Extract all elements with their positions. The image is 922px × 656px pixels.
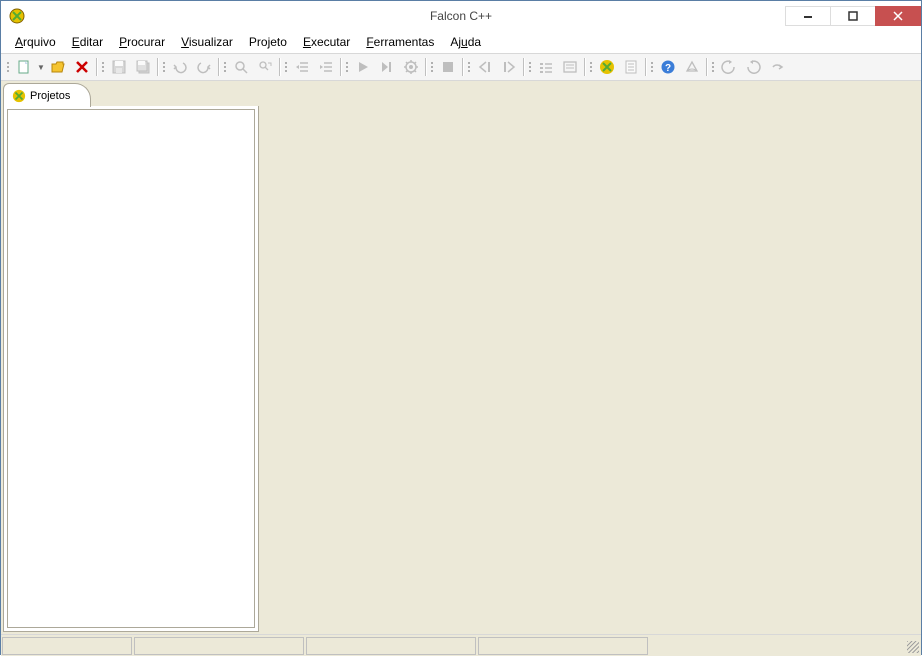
sidebar-tabs: Projetos [3, 83, 259, 107]
indent-button[interactable] [315, 56, 337, 78]
tab-label: Projetos [30, 90, 70, 102]
run-button[interactable] [352, 56, 374, 78]
svg-text:?: ? [665, 63, 671, 74]
toolbar-grip[interactable] [710, 56, 716, 78]
toolbar-separator [95, 56, 98, 78]
app-icon [9, 8, 25, 24]
toolbar-grip[interactable] [5, 56, 11, 78]
status-cell-2 [134, 637, 304, 655]
toolbar-grip[interactable] [161, 56, 167, 78]
redo-button[interactable] [193, 56, 215, 78]
step-in-button[interactable] [498, 56, 520, 78]
title-bar: Falcon C++ [1, 1, 921, 31]
stop-button[interactable] [437, 56, 459, 78]
toolbar-separator [339, 56, 342, 78]
toolbar-grip[interactable] [429, 56, 435, 78]
menu-procurar[interactable]: Procurar [111, 33, 173, 51]
open-button[interactable] [47, 56, 69, 78]
maximize-button[interactable] [830, 6, 876, 26]
window-title: Falcon C++ [430, 9, 492, 23]
resize-grip[interactable] [903, 637, 921, 655]
undo-button[interactable] [169, 56, 191, 78]
close-button[interactable] [875, 6, 921, 26]
toolbar-separator [217, 56, 220, 78]
menu-bar: Arquivo Editar Procurar Visualizar Proje… [1, 31, 921, 53]
step-out-button[interactable] [474, 56, 496, 78]
toolbar-separator [156, 56, 159, 78]
run-to-button[interactable] [376, 56, 398, 78]
tab-spacer [91, 83, 259, 107]
toolbar-separator [522, 56, 525, 78]
outdent-button[interactable] [291, 56, 313, 78]
nav-up-button[interactable] [766, 56, 788, 78]
toolbar-grip[interactable] [527, 56, 533, 78]
toggle-breakpoints-button[interactable] [535, 56, 557, 78]
project-tree[interactable] [3, 106, 259, 632]
falcon-icon-button[interactable] [596, 56, 618, 78]
toolbar-grip[interactable] [100, 56, 106, 78]
new-file-dropdown[interactable]: ▼ [37, 63, 45, 72]
toolbar-separator [461, 56, 464, 78]
menu-arquivo[interactable]: Arquivo [7, 33, 64, 51]
save-all-button[interactable] [132, 56, 154, 78]
status-cell-3 [306, 637, 476, 655]
remove-button[interactable] [71, 56, 93, 78]
menu-ajuda[interactable]: Ajuda [442, 33, 489, 51]
toolbar-separator [644, 56, 647, 78]
window-controls [785, 6, 921, 26]
toolbar-separator [583, 56, 586, 78]
properties-button[interactable] [620, 56, 642, 78]
toolbar-separator [278, 56, 281, 78]
falcon-icon [12, 89, 26, 103]
build-button[interactable] [400, 56, 422, 78]
toolbar: ▼ ? [1, 53, 921, 81]
content-area: Projetos [1, 81, 921, 634]
menu-projeto[interactable]: Projeto [241, 33, 295, 51]
toolbar-grip[interactable] [649, 56, 655, 78]
toolbar-grip[interactable] [283, 56, 289, 78]
sidebar: Projetos [1, 81, 261, 634]
status-cell-1 [2, 637, 132, 655]
menu-executar[interactable]: Executar [295, 33, 358, 51]
watch-button[interactable] [559, 56, 581, 78]
nav-next-button[interactable] [742, 56, 764, 78]
new-file-button[interactable] [13, 56, 35, 78]
replace-button[interactable] [254, 56, 276, 78]
toolbar-grip[interactable] [344, 56, 350, 78]
toolbar-separator [424, 56, 427, 78]
save-button[interactable] [108, 56, 130, 78]
menu-ferramentas[interactable]: Ferramentas [358, 33, 442, 51]
status-bar [1, 634, 921, 656]
minimize-button[interactable] [785, 6, 831, 26]
toolbar-grip[interactable] [222, 56, 228, 78]
find-button[interactable] [230, 56, 252, 78]
toolbar-grip[interactable] [466, 56, 472, 78]
nav-prev-button[interactable] [718, 56, 740, 78]
menu-visualizar[interactable]: Visualizar [173, 33, 241, 51]
status-cell-4 [478, 637, 648, 655]
context-help-button[interactable] [681, 56, 703, 78]
editor-area [261, 81, 921, 634]
toolbar-separator [705, 56, 708, 78]
tab-projetos[interactable]: Projetos [3, 83, 91, 107]
menu-editar[interactable]: Editar [64, 33, 111, 51]
help-button[interactable]: ? [657, 56, 679, 78]
toolbar-grip[interactable] [588, 56, 594, 78]
